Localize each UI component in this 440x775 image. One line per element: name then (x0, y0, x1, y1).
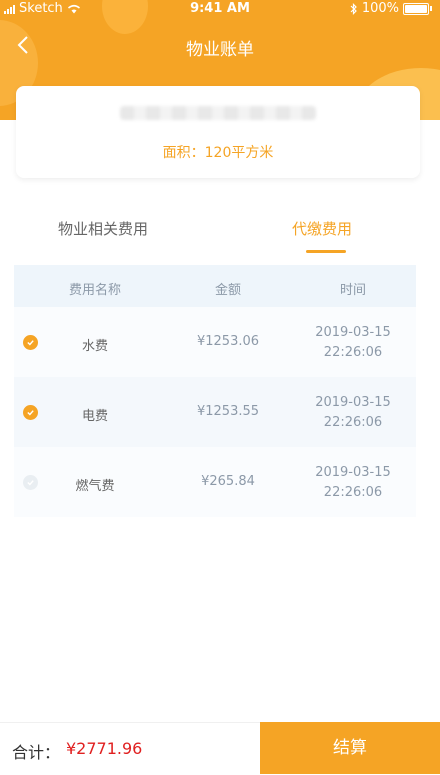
active-tab-indicator (306, 250, 346, 253)
header-time: 时间 (339, 283, 366, 298)
fee-amount: ¥1253.06 (196, 334, 260, 349)
fee-name: 燃气费 (75, 479, 115, 494)
table-row[interactable]: 燃气费 ¥265.84 2019-03-15 22:26:06 (14, 447, 416, 517)
footer-bar: 合计： ¥2771.96 结算 (0, 722, 440, 775)
fee-name: 水费 (81, 339, 108, 354)
check-icon[interactable] (23, 405, 38, 420)
fee-date: 2019-03-15 (315, 395, 391, 410)
total-label: 合计： (12, 743, 61, 762)
fee-datetime: 2019-03-15 22:26:06 (296, 323, 410, 363)
fee-time: 22:26:06 (323, 345, 383, 360)
page-title: 物业账单 (186, 40, 254, 60)
check-icon[interactable] (23, 475, 38, 490)
fee-time: 22:26:06 (323, 415, 383, 430)
bluetooth-icon (350, 2, 357, 15)
table-row[interactable]: 电费 ¥1253.55 2019-03-15 22:26:06 (14, 377, 416, 447)
tab-agency-fees[interactable]: 代缴费用 (292, 218, 352, 239)
tab-property-fees[interactable]: 物业相关费用 (58, 218, 148, 239)
header-fee-name: 费用名称 (68, 283, 121, 298)
battery-cap (430, 6, 432, 11)
status-right: 100% (350, 1, 432, 16)
fee-amount: ¥1253.55 (196, 404, 260, 419)
table-row[interactable]: 水费 ¥1253.06 2019-03-15 22:26:06 (14, 307, 416, 377)
area-text: 面积：120平方米 (162, 145, 274, 161)
fee-table: 费用名称 金额 时间 水费 ¥1253.06 2019-03-15 22:26:… (14, 265, 416, 517)
fee-date: 2019-03-15 (315, 465, 391, 480)
fee-time: 22:26:06 (323, 485, 383, 500)
status-bar: Sketch 9:41 AM 100% (0, 0, 440, 18)
fee-datetime: 2019-03-15 22:26:06 (296, 393, 410, 433)
fee-amount: ¥265.84 (201, 474, 255, 489)
fee-datetime: 2019-03-15 22:26:06 (296, 463, 410, 503)
settle-button[interactable]: 结算 (260, 722, 440, 774)
blurred-address (120, 106, 316, 120)
header-amount: 金额 (214, 283, 241, 298)
property-card: 面积：120平方米 (16, 86, 420, 178)
fee-date: 2019-03-15 (315, 325, 391, 340)
battery-icon (403, 2, 429, 15)
battery-percent: 100% (361, 1, 399, 16)
total-amount: ¥2771.96 (66, 739, 143, 758)
table-header: 费用名称 金额 时间 (14, 265, 416, 307)
check-icon[interactable] (23, 335, 38, 350)
fee-name: 电费 (81, 409, 108, 424)
total-section: 合计： ¥2771.96 (0, 722, 260, 775)
